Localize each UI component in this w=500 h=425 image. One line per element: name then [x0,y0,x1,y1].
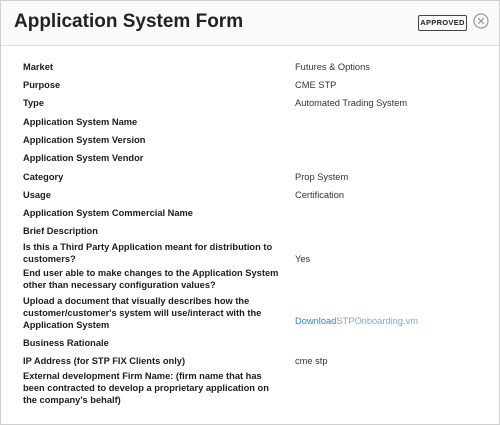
field-label: Market [23,62,53,72]
field-label: IP Address (for STP FIX Clients only) [23,356,186,366]
status-badge: APPROVED [418,15,467,31]
field-value: Prop System [295,172,349,182]
field-label: Upload a document that visually describe… [23,296,262,330]
field-label: Type [23,98,45,108]
download-link[interactable]: DownloadSTPOnboarding.vm [295,315,495,327]
field-label: External development Firm Name: (firm na… [23,371,269,405]
field-label: Application System Commercial Name [23,208,193,218]
field-value: Certification [295,190,345,200]
field-label: Application System Vendor [23,153,144,163]
field-label: Business Rationale [23,338,109,348]
field-label: Brief Description [23,226,98,236]
field-label: End user able to make changes to the App… [23,268,279,290]
field-value: CME STP [295,80,337,90]
field-label: Category [23,172,64,182]
field-value: Automated Trading System [295,98,408,108]
field-value: Futures & Options [295,62,370,72]
download-filename[interactable]: STPOnboarding.vm [336,316,418,326]
application-system-form-dialog: Application System Form APPROVED Market … [0,0,500,425]
download-link-text[interactable]: Download [295,316,336,326]
dialog-header: Application System Form APPROVED [1,1,499,46]
field-label: Is this a Third Party Application meant … [23,242,273,264]
field-label: Purpose [23,80,61,90]
field-value: cme stp [295,356,328,366]
field-value: Yes [295,254,311,264]
page-title: Application System Form [14,11,244,32]
close-icon[interactable] [473,13,489,29]
field-label: Application System Version [23,135,146,145]
field-label: Usage [23,190,51,200]
field-label: Application System Name [23,117,138,127]
